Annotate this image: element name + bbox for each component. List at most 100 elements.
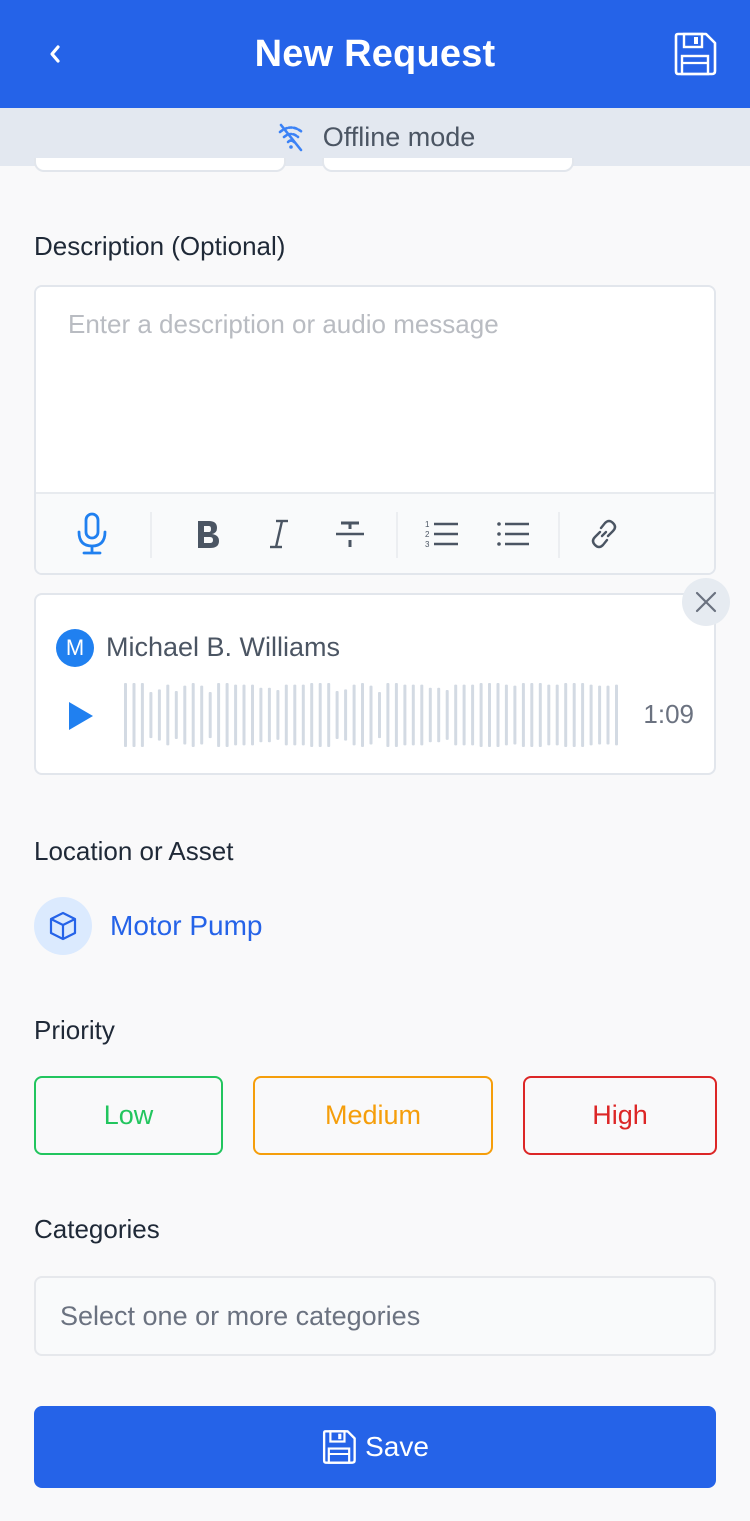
waveform-bar	[200, 685, 204, 745]
audio-author: Michael B. Williams	[106, 632, 341, 662]
asset-icon-badge	[34, 897, 92, 955]
waveform-bar	[149, 692, 153, 739]
microphone-button[interactable]	[72, 512, 112, 555]
strikethrough-button[interactable]	[330, 514, 370, 554]
waveform-bar	[217, 683, 221, 747]
waveform-bar	[352, 684, 356, 746]
waveform-bar	[276, 690, 280, 740]
waveform-bar	[242, 684, 246, 746]
waveform-bar	[445, 690, 449, 740]
waveform-bar	[301, 684, 305, 746]
waveform-bar	[267, 687, 271, 743]
waveform-bar	[191, 683, 195, 747]
asset-name: Motor Pump	[110, 910, 263, 941]
waveform-bar	[284, 684, 288, 746]
waveform-bar	[547, 684, 551, 746]
italic-icon	[270, 519, 288, 549]
waveform-bar	[174, 691, 178, 739]
waveform-bar	[386, 683, 390, 747]
waveform-bar	[234, 684, 238, 746]
waveform-bar	[428, 687, 432, 743]
waveform-bar	[369, 685, 373, 745]
waveform-bar	[496, 683, 500, 747]
cube-icon	[49, 911, 77, 941]
waveform-bar	[420, 684, 424, 746]
waveform-bar	[462, 684, 466, 746]
waveform-bar	[140, 683, 144, 747]
waveform-bar	[335, 691, 339, 739]
waveform-bar	[555, 684, 559, 746]
waveform-bar	[411, 684, 415, 746]
waveform-bar	[318, 683, 322, 747]
waveform-bar	[166, 684, 170, 746]
categories-select[interactable]: Select one or more categories	[34, 1276, 716, 1356]
waveform-bar	[259, 687, 263, 743]
asset-selector[interactable]: Motor Pump	[34, 897, 263, 955]
waveform-bar	[606, 685, 610, 745]
audio-message-card: M Michael B. Williams 1:09	[34, 593, 716, 775]
waveform-bar	[403, 684, 407, 746]
play-icon	[69, 702, 93, 730]
priority-low-button[interactable]: Low	[34, 1076, 223, 1155]
waveform-bar	[394, 683, 398, 747]
play-button[interactable]	[66, 699, 96, 733]
field-stub-left	[34, 158, 286, 172]
toolbar-divider	[150, 512, 152, 558]
waveform-bar	[378, 692, 381, 739]
field-stub-right	[322, 158, 574, 172]
categories-placeholder: Select one or more categories	[60, 1300, 421, 1331]
description-input[interactable]	[36, 287, 714, 492]
bold-icon	[198, 521, 219, 548]
bullet-list-button[interactable]	[493, 514, 533, 554]
audio-waveform[interactable]	[124, 683, 618, 747]
save-button[interactable]: Save	[34, 1406, 716, 1488]
floppy-disk-icon	[323, 1430, 356, 1464]
remove-audio-button[interactable]	[682, 578, 730, 626]
waveform-bar	[344, 689, 348, 741]
strikethrough-icon	[336, 521, 364, 547]
waveform-bar	[479, 683, 483, 747]
close-icon	[695, 591, 717, 613]
bold-button[interactable]	[188, 514, 228, 554]
avatar: M	[56, 629, 94, 667]
waveform-bar	[132, 683, 136, 747]
link-icon	[591, 519, 617, 549]
waveform-bar	[538, 683, 542, 747]
waveform-bar	[124, 683, 127, 747]
waveform-bar	[208, 692, 212, 739]
waveform-bar	[471, 684, 475, 746]
editor-toolbar: 1 2 3	[36, 492, 714, 573]
waveform-bar	[293, 684, 297, 746]
waveform-bar	[327, 683, 331, 747]
waveform-bar	[361, 683, 364, 747]
offline-text: Offline mode	[322, 121, 476, 152]
waveform-bar	[589, 684, 593, 746]
svg-text:3: 3	[425, 540, 430, 549]
location-label: Location or Asset	[34, 836, 234, 866]
header-save-button[interactable]	[672, 31, 718, 77]
priority-high-button[interactable]: High	[523, 1076, 717, 1155]
link-button[interactable]	[584, 514, 624, 554]
back-button[interactable]	[40, 34, 70, 74]
ordered-list-button[interactable]: 1 2 3	[422, 514, 462, 554]
waveform-bar	[157, 689, 161, 741]
waveform-bar	[310, 683, 314, 747]
priority-medium-button[interactable]: Medium	[253, 1076, 493, 1155]
svg-text:2: 2	[425, 530, 430, 539]
categories-label: Categories	[34, 1214, 160, 1244]
waveform-bar	[454, 684, 458, 746]
italic-button[interactable]	[259, 514, 299, 554]
bullet-list-icon	[497, 522, 529, 546]
description-editor: 1 2 3	[34, 285, 716, 575]
waveform-bar	[437, 687, 441, 743]
floppy-disk-icon	[674, 32, 717, 76]
waveform-bar	[581, 683, 585, 747]
toolbar-divider	[396, 512, 398, 558]
waveform-bar	[530, 683, 534, 747]
wifi-off-icon	[278, 123, 304, 152]
waveform-bar	[225, 683, 229, 747]
ordered-list-icon: 1 2 3	[425, 520, 458, 549]
save-button-label: Save	[365, 1431, 429, 1462]
priority-label: Priority	[34, 1015, 115, 1045]
waveform-bar	[488, 683, 491, 747]
